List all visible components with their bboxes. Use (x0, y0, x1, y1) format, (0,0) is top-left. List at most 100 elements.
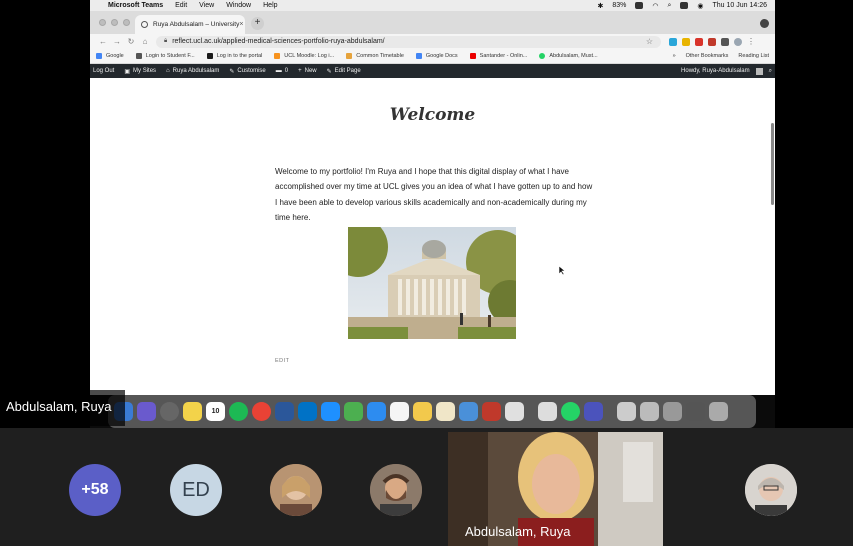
close-window-button[interactable] (99, 19, 106, 26)
preview-icon[interactable] (505, 402, 524, 421)
bookmark-whatsapp[interactable]: Abdulsalam, Must... (539, 53, 598, 59)
bookmark-google[interactable]: Google (96, 53, 124, 59)
wp-logout-link[interactable]: Log Out (93, 68, 114, 74)
menu-window[interactable]: Window (226, 2, 251, 9)
wp-site-name[interactable]: ⌂ Ruya Abdulsalam (166, 68, 219, 74)
mac-dock: 10 (108, 395, 756, 428)
trash-icon[interactable] (709, 402, 728, 421)
wp-customise[interactable]: ✎ Customise (229, 68, 265, 75)
forward-icon[interactable]: → (110, 37, 124, 46)
wp-edit-page[interactable]: ✎ Edit Page (327, 68, 361, 75)
wifi-icon[interactable]: ◠ (652, 2, 658, 10)
participant-initials-avatar[interactable]: ED (170, 464, 222, 516)
comment-icon: ▬ (275, 68, 282, 74)
lock-icon[interactable]: 🔒︎ (164, 38, 167, 45)
tab-search-icon[interactable] (760, 19, 769, 28)
my-sites-icon: ▣ (124, 68, 131, 75)
menu-app-name[interactable]: Microsoft Teams (108, 2, 163, 9)
left-black-band (0, 0, 90, 428)
bookmark-google-docs[interactable]: Google Docs (415, 53, 458, 59)
extension-blue-icon[interactable] (669, 37, 677, 46)
extension-pdf-icon[interactable] (708, 37, 716, 46)
menu-view[interactable]: View (199, 2, 214, 9)
extension-red-icon[interactable] (695, 37, 703, 46)
participant-avatar-2[interactable] (370, 464, 422, 516)
wp-my-sites[interactable]: ▣ My Sites (124, 68, 156, 75)
participant-avatar-1[interactable] (270, 464, 322, 516)
grid-app-icon[interactable] (459, 402, 478, 421)
browser-menu-icon[interactable]: ⋮ (747, 37, 755, 46)
spotify-icon[interactable] (229, 402, 248, 421)
window-thumb-icon[interactable] (640, 402, 659, 421)
stickies-icon[interactable] (413, 402, 432, 421)
system-preferences-icon[interactable] (160, 402, 179, 421)
whatsapp-dock-icon[interactable] (561, 402, 580, 421)
script-editor-icon[interactable] (436, 402, 455, 421)
more-participants-button[interactable]: +58 (69, 464, 121, 516)
wp-new[interactable]: + New (298, 68, 317, 74)
keynote-icon[interactable] (367, 402, 386, 421)
clock[interactable]: Thu 10 Jun 14:26 (713, 2, 768, 9)
bookmark-student-finance[interactable]: Login to Student F... (135, 53, 195, 59)
bookmark-moodle[interactable]: UCL Moodle: Log i... (274, 53, 334, 59)
page-scrollbar[interactable] (771, 123, 774, 205)
wp-search-icon[interactable]: ⌕ (769, 68, 772, 75)
numbers-icon[interactable] (344, 402, 363, 421)
minimize-window-button[interactable] (111, 19, 118, 26)
wp-howdy[interactable]: Howdy, Ruya-Abdulsalam (681, 68, 750, 74)
tab-close-icon[interactable]: × (239, 21, 243, 28)
zoom-window-button[interactable] (123, 19, 130, 26)
address-bar[interactable]: 🔒︎ reflect.ucl.ac.uk/applied-medical-sci… (156, 35, 661, 48)
bookmark-timetable[interactable]: Common Timetable (346, 53, 404, 59)
reminders-icon[interactable] (390, 402, 409, 421)
edit-link[interactable]: EDIT (275, 358, 290, 364)
battery-percent: 83% (612, 2, 627, 9)
mouse-cursor-icon (559, 266, 565, 275)
bluetooth-icon[interactable]: ✱ (597, 2, 603, 10)
outlook-icon[interactable] (298, 402, 317, 421)
wp-comments[interactable]: ▬ 0 (276, 68, 288, 74)
menu-help[interactable]: Help (263, 2, 277, 9)
notes-icon[interactable] (183, 402, 202, 421)
profile-avatar-icon[interactable] (734, 37, 742, 46)
menu-edit[interactable]: Edit (175, 2, 187, 9)
pdf-app-icon[interactable] (482, 402, 501, 421)
bookmark-santander[interactable]: Santander - Onlin... (469, 53, 527, 59)
other-bookmarks[interactable]: Other Bookmarks (686, 53, 729, 59)
page-title: Welcome (389, 105, 476, 125)
google-icon (96, 53, 102, 59)
battery-icon[interactable] (635, 2, 644, 9)
user-avatar-icon[interactable] (755, 67, 763, 75)
window-thumb-2-icon[interactable] (663, 402, 682, 421)
brush-icon: ✎ (229, 68, 235, 75)
whatsapp-icon (539, 53, 546, 59)
bookmarks-overflow-icon[interactable]: » (673, 53, 676, 59)
window-thumb-3-icon[interactable] (686, 402, 705, 421)
plus-icon: + (298, 68, 302, 74)
extension-drive-icon[interactable] (682, 37, 690, 46)
back-icon[interactable]: ← (96, 37, 110, 46)
moodle-icon (274, 53, 281, 59)
browser-tab-active[interactable]: Ruya Abdulsalam – University × (135, 15, 245, 34)
new-tab-button[interactable]: + (251, 17, 264, 30)
bookmark-portal[interactable]: Log in to the portal (206, 53, 262, 59)
pencil-icon: ✎ (326, 68, 332, 75)
calendar-icon[interactable]: 10 (206, 402, 225, 421)
grid-launcher-icon[interactable] (538, 402, 557, 421)
reload-icon[interactable]: ↻ (124, 37, 138, 46)
document-icon[interactable] (617, 402, 636, 421)
search-icon[interactable]: ⌕ (667, 2, 671, 10)
control-center-icon[interactable] (680, 2, 689, 9)
word-icon[interactable] (275, 402, 294, 421)
extensions-puzzle-icon[interactable] (721, 37, 729, 46)
home-site-icon: ⌂ (166, 68, 170, 74)
app-store-icon[interactable] (321, 402, 340, 421)
bookmark-star-icon[interactable]: ☆ (646, 37, 653, 46)
chrome-icon[interactable] (252, 402, 271, 421)
teams-icon[interactable] (584, 402, 603, 421)
participant-avatar-3[interactable] (745, 464, 797, 516)
launchpad-icon[interactable] (137, 402, 156, 421)
siri-icon[interactable]: ◉ (697, 2, 703, 10)
home-icon[interactable]: ⌂ (138, 37, 152, 46)
reading-list[interactable]: Reading List (738, 53, 769, 59)
